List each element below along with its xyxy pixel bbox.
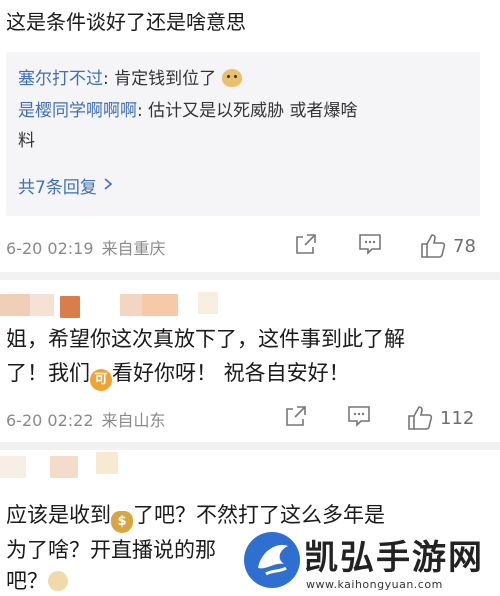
- blurred-username: [0, 294, 30, 316]
- comment-source: 来自山东: [101, 411, 166, 430]
- watermark-url: www.kaihongyuan.com: [306, 578, 443, 591]
- divider: [0, 272, 500, 280]
- like-button[interactable]: 112: [406, 404, 474, 432]
- reply-item[interactable]: 是樱同学啊啊啊: 估计又是以死威胁 或者爆啥 料: [18, 96, 468, 156]
- watermark-title: 凯弘手游网: [304, 538, 484, 578]
- replies-box[interactable]: 塞尔打不过: 肯定钱到位了 是樱同学啊啊啊: 估计又是以死威胁 或者爆啥 料 共…: [6, 52, 480, 216]
- ke-emoji-icon: 可: [90, 369, 112, 391]
- watermark-logo-icon: [244, 532, 300, 588]
- reply-text-continued: 料: [18, 131, 35, 151]
- comment-icon[interactable]: [346, 404, 372, 428]
- blurred-username: [0, 456, 26, 478]
- share-icon[interactable]: [294, 232, 318, 256]
- thumbs-up-icon: [421, 234, 446, 258]
- share-icon[interactable]: [284, 404, 308, 428]
- watermark: 凯弘手游网 www.kaihongyuan.com: [240, 526, 500, 596]
- comment-icon[interactable]: [357, 232, 383, 256]
- comment-time: 6-20 02:22: [6, 411, 94, 430]
- money-bag-emoji-icon: $: [111, 511, 133, 533]
- reply-author[interactable]: 是樱同学啊啊啊: [18, 101, 137, 121]
- reply-text: 估计又是以死威胁 或者爆啥: [148, 101, 358, 121]
- comment-time: 6-20 02:19: [6, 239, 94, 258]
- more-replies-label: 共7条回复: [18, 178, 97, 198]
- comment-text: 姐，希望你这次真放下了，这件事到此了解 了！我们可看好你呀！ 祝各自安好！: [6, 322, 494, 391]
- chevron-right-icon: [101, 176, 115, 196]
- more-replies-link[interactable]: 共7条回复: [18, 173, 115, 198]
- like-count: 112: [440, 407, 475, 429]
- reply-item[interactable]: 塞尔打不过: 肯定钱到位了: [18, 64, 468, 94]
- doge-emoji-icon: [221, 69, 242, 87]
- comment-source: 来自重庆: [101, 239, 166, 258]
- thumbs-up-icon: [408, 406, 433, 430]
- crying-face-emoji-icon: [48, 571, 68, 591]
- like-button[interactable]: 78: [419, 232, 476, 260]
- divider: [0, 442, 500, 450]
- like-count: 78: [453, 235, 476, 257]
- comment-meta-row: 6-20 02:19 来自重庆 78: [0, 226, 500, 266]
- reply-text: 肯定钱到位了: [114, 69, 217, 89]
- comment-meta-row: 6-20 02:22 来自山东 112: [0, 398, 500, 438]
- reply-author[interactable]: 塞尔打不过: [18, 69, 103, 89]
- post-text: 这是条件谈好了还是啥意思: [6, 10, 246, 34]
